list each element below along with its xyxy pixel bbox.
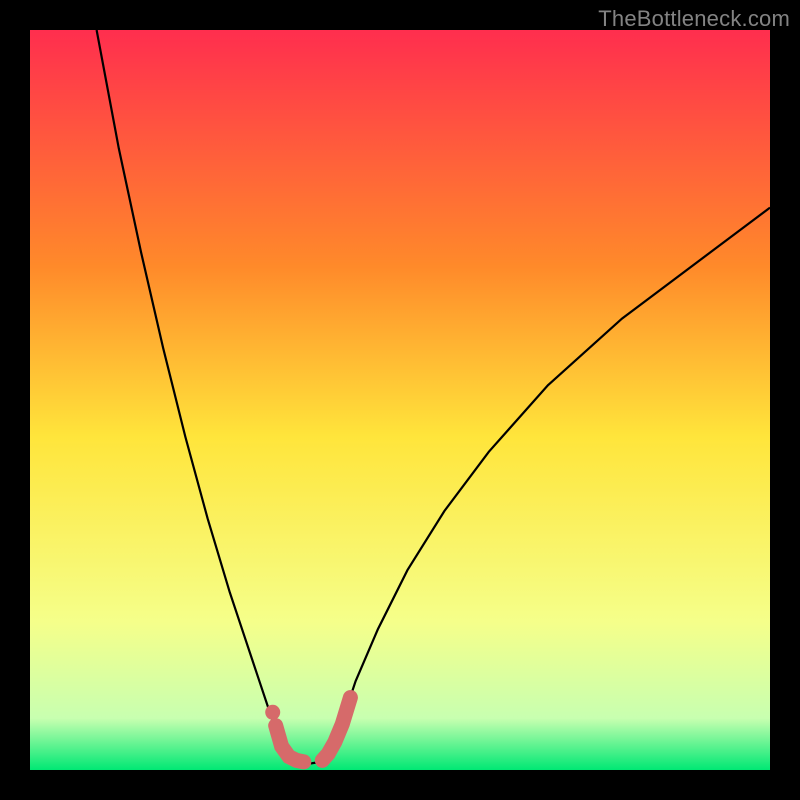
gradient-background: [30, 30, 770, 770]
chart-frame: TheBottleneck.com: [0, 0, 800, 800]
watermark-text: TheBottleneck.com: [598, 6, 790, 32]
chart-svg: [30, 30, 770, 770]
marker-dot: [265, 705, 280, 720]
plot-area: [30, 30, 770, 770]
